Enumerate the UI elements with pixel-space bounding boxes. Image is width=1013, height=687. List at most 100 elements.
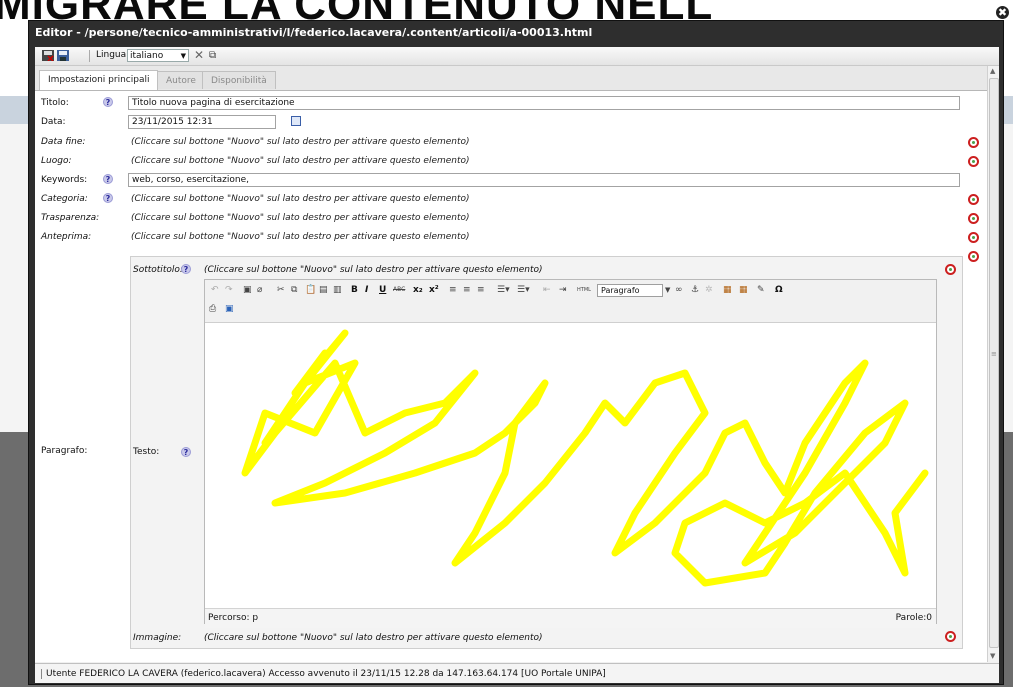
redo-icon[interactable]: ↷ [225,285,233,295]
new-sottotitolo-icon[interactable] [945,264,956,275]
anteprima-label: Anteprima: [41,232,92,242]
keywords-field[interactable]: web, corso, esercitazione, [128,173,960,187]
luogo-hint: (Cliccare sul bottone "Nuovo" sul lato d… [131,156,470,166]
new-data-fine-icon[interactable] [968,137,979,148]
close-icon[interactable]: ✖ [995,5,1010,20]
ordered-list-icon[interactable]: ☰▾ [497,285,510,295]
tab-impostazioni-principali[interactable]: Impostazioni principali [39,70,159,90]
scroll-down-icon[interactable]: ▼ [990,652,995,660]
help-icon[interactable]: ? [103,193,113,203]
copy-language-icon[interactable]: ⧉ [209,50,216,61]
print-icon[interactable]: ⎙ [209,304,216,314]
help-icon[interactable]: ? [103,97,113,107]
paste-icon[interactable]: 📋 [305,285,316,295]
anchor-icon[interactable]: ⚓ [691,285,699,295]
format-select[interactable]: Paragrafo [597,284,663,297]
image-icon[interactable]: ▦ [723,285,732,295]
editor-status-bar: Percorso: p Parole:0 [205,608,936,628]
titolo-field[interactable]: Titolo nuova pagina di esercitazione [128,96,960,110]
trasparenza-hint: (Cliccare sul bottone "Nuovo" sul lato d… [131,213,470,223]
chevron-down-icon[interactable]: ▼ [665,286,670,294]
new-luogo-icon[interactable] [968,156,979,167]
html-source-button[interactable]: HTML [577,287,591,293]
new-trasparenza-icon[interactable] [968,213,979,224]
editor-text-area[interactable] [205,323,936,607]
help-icon[interactable]: ? [181,264,191,274]
outdent-icon[interactable]: ⇤ [543,285,551,295]
word-count: Parole:0 [895,613,932,623]
trasparenza-label: Trasparenza: [41,213,100,223]
select-all-icon[interactable]: ▣ [243,285,252,295]
toolbar-separator [89,50,90,62]
italic-button[interactable]: I [365,285,368,295]
help-icon[interactable]: ? [103,174,113,184]
tab-bar: Impostazioni principali Autore Disponibi… [35,66,987,91]
align-center-icon[interactable]: ≡ [463,285,471,295]
status-bar: Utente FEDERICO LA CAVERA (federico.laca… [35,663,999,683]
bold-button[interactable]: B [351,285,358,295]
scrollbar-thumb[interactable] [989,78,999,648]
subscript-button[interactable]: x₂ [413,285,423,295]
language-label: Lingua [96,50,127,60]
language-select[interactable]: italiano ▼ [127,49,189,62]
categoria-hint: (Cliccare sul bottone "Nuovo" sul lato d… [131,194,470,204]
new-paragrafo-icon[interactable] [968,251,979,262]
categoria-label: Categoria: [41,194,88,204]
delete-language-icon[interactable]: ✕ [194,48,204,62]
immagine-label: Immagine: [133,633,182,643]
new-anteprima-icon[interactable] [968,232,979,243]
cut-icon[interactable]: ✂ [277,285,285,295]
paste-word-icon[interactable]: ▥ [333,285,342,295]
format-value: Paragrafo [601,286,640,295]
data-fine-label: Data fine: [41,137,86,147]
indent-icon[interactable]: ⇥ [559,285,567,295]
status-text: Utente FEDERICO LA CAVERA (federico.laca… [46,669,606,679]
luogo-label: Luogo: [41,156,72,166]
rich-text-editor: ↶ ↷ ▣ ⌀ ✂ ⧉ 📋 ▤ ▥ B I U ABC x₂ x² ≡ ≡ ≡ … [204,279,937,628]
scroll-up-icon[interactable]: ▲ [990,67,995,75]
titolo-label: Titolo: [41,98,69,108]
path-label: Percorso: p [208,613,259,623]
underline-button[interactable]: U [379,285,386,295]
special-char-button[interactable]: Ω [775,285,783,295]
eraser-icon[interactable]: ⌀ [257,285,262,295]
strikethrough-button[interactable]: ABC [393,286,405,293]
testo-label: Testo: [133,447,160,457]
paragrafo-label: Paragrafo: [41,446,88,456]
keywords-label: Keywords: [41,175,88,185]
superscript-button[interactable]: x² [429,285,439,295]
yellow-scribble [241,329,929,587]
new-categoria-icon[interactable] [968,194,979,205]
edit-icon[interactable]: ✎ [757,285,765,295]
window-title: Editor - /persone/tecnico-amministrativi… [35,26,593,39]
calendar-icon[interactable] [291,116,301,126]
tab-autore[interactable]: Autore [157,71,205,89]
new-immagine-icon[interactable] [945,631,956,642]
scrollbar-grip-icon: ≡ [991,350,997,358]
copy-icon[interactable]: ⧉ [291,285,297,295]
fullscreen-icon[interactable]: ▣ [225,304,234,314]
undo-icon[interactable]: ↶ [211,285,219,295]
data-field[interactable]: 23/11/2015 12:31 [128,115,276,129]
help-icon[interactable]: ? [181,447,191,457]
link-icon[interactable]: ∞ [675,285,683,295]
sottotitolo-label: Sottotitolo: [133,265,183,275]
chevron-down-icon: ▼ [180,52,186,60]
anteprima-hint: (Cliccare sul bottone "Nuovo" sul lato d… [131,232,470,242]
scribble-stroke [241,329,929,587]
data-label: Data: [41,117,66,127]
unordered-list-icon[interactable]: ☰▾ [517,285,530,295]
editor-toolbar: Lingua italiano ▼ ✕ ⧉ [35,47,999,66]
status-divider [41,668,42,679]
vertical-scrollbar[interactable]: ▲ ≡ ▼ [987,66,999,662]
media-icon[interactable]: ▦ [739,285,748,295]
save-icon[interactable] [57,50,69,61]
tab-disponibilita[interactable]: Disponibilità [202,71,276,89]
paste-text-icon[interactable]: ▤ [319,285,328,295]
rich-text-toolbar: ↶ ↷ ▣ ⌀ ✂ ⧉ 📋 ▤ ▥ B I U ABC x₂ x² ≡ ≡ ≡ … [205,280,936,323]
save-exit-icon[interactable] [42,50,54,61]
unlink-icon[interactable]: ✲ [705,285,713,295]
data-fine-hint: (Cliccare sul bottone "Nuovo" sul lato d… [131,137,470,147]
align-left-icon[interactable]: ≡ [449,285,457,295]
align-right-icon[interactable]: ≡ [477,285,485,295]
